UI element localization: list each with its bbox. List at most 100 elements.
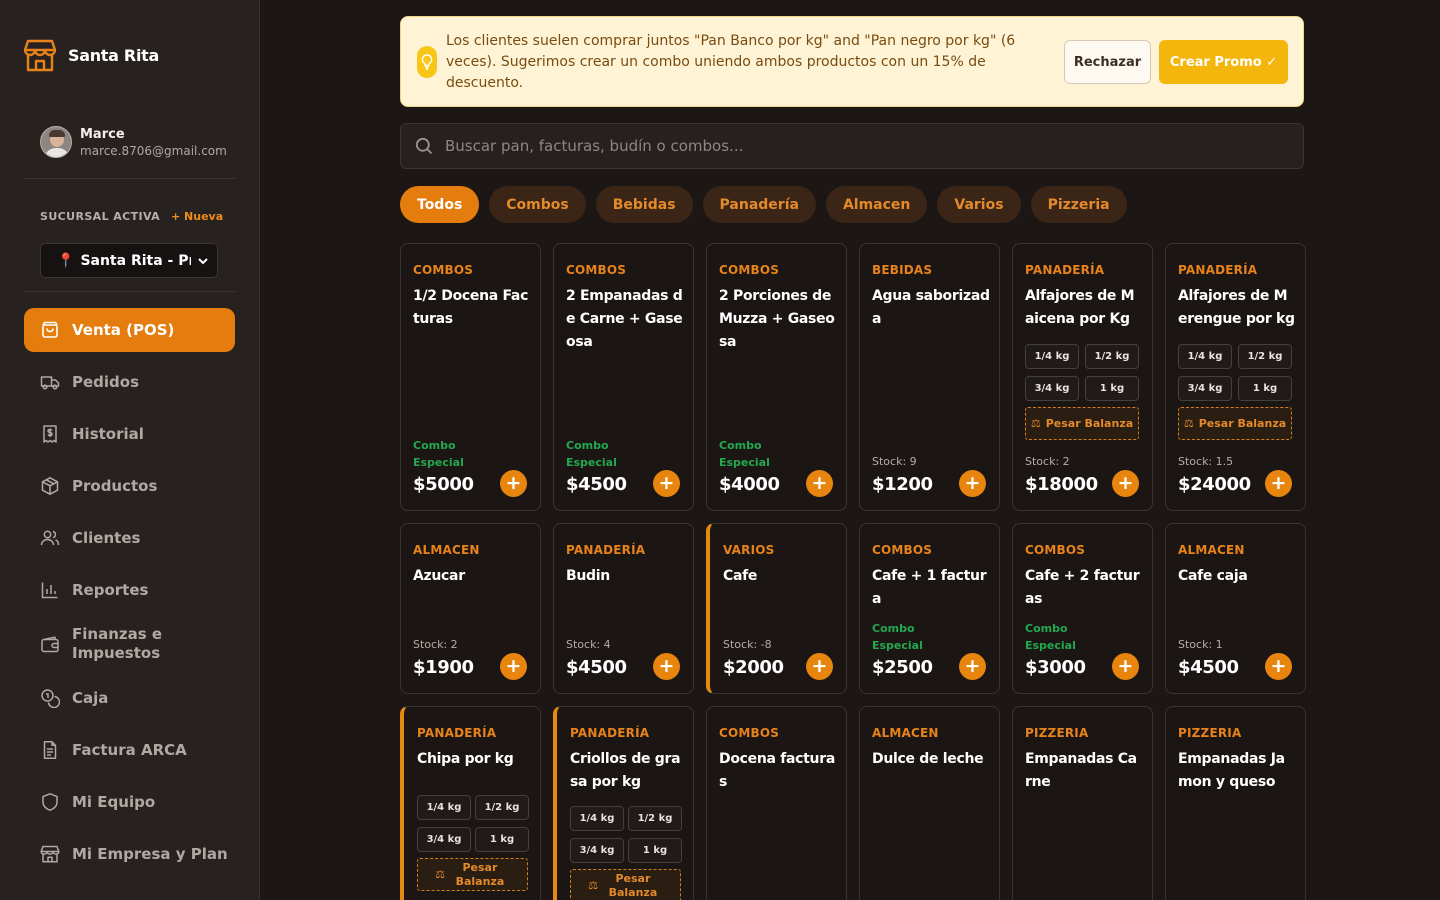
nav-item-clientes[interactable]: Clientes — [24, 516, 235, 560]
product-card[interactable]: PANADERÍA Alfajores de Maicena por Kg 1/4 … — [1012, 243, 1153, 511]
add-to-cart-button[interactable]: + — [959, 470, 986, 497]
product-card[interactable]: PANADERÍA Budin Stock: 4 $4500 + — [553, 523, 694, 694]
product-card[interactable]: PIZZERIA Empanadas Jamon y queso — [1165, 706, 1306, 900]
nav-item-venta-pos[interactable]: Venta (POS) — [24, 308, 235, 352]
add-to-cart-button[interactable]: + — [653, 470, 680, 497]
product-card[interactable]: ALMACEN Azucar Stock: 2 $1900 + — [400, 523, 541, 694]
search-input[interactable] — [445, 137, 1245, 155]
store-icon — [40, 844, 60, 864]
product-price: $3000 — [1025, 657, 1086, 678]
weight-option-button[interactable]: 3/4 kg — [1178, 376, 1232, 401]
weight-option-button[interactable]: 1/2 kg — [475, 795, 529, 820]
add-to-cart-button[interactable]: + — [806, 653, 833, 680]
weigh-scale-button[interactable]: ⚖ Pesar Balanza — [417, 858, 528, 891]
divider — [24, 178, 236, 179]
combo-badge: Combo — [566, 439, 609, 452]
product-card[interactable]: ALMACEN Cafe caja Stock: 1 $4500 + — [1165, 523, 1306, 694]
add-to-cart-button[interactable]: + — [653, 653, 680, 680]
product-price: $4500 — [1178, 657, 1239, 678]
brand[interactable]: Santa Rita — [24, 38, 159, 72]
product-card[interactable]: COMBOS Cafe + 1 factura Combo Especial $2500… — [859, 523, 1000, 694]
product-category: PIZZERIA — [1178, 726, 1242, 740]
product-category: COMBOS — [719, 263, 780, 277]
weight-option-button[interactable]: 1 kg — [475, 827, 529, 852]
product-card[interactable]: PIZZERIA Empanadas Carne — [1012, 706, 1153, 900]
reject-button[interactable]: Rechazar — [1064, 40, 1151, 84]
scale-icon: ⚖ — [588, 878, 598, 892]
scale-icon: ⚖ — [1030, 416, 1041, 430]
scale-icon: ⚖ — [1183, 416, 1194, 430]
nav-item-finanzas[interactable]: Finanzas e Impuestos — [24, 620, 235, 668]
product-category: PANADERÍA — [566, 543, 646, 557]
branch-select[interactable]: 📍 Santa Rita - Principal — [40, 243, 218, 278]
weigh-scale-button[interactable]: ⚖ Pesar Balanza — [1178, 407, 1292, 440]
category-chip-combos[interactable]: Combos — [489, 186, 586, 223]
product-card[interactable]: COMBOS 2 Empanadas de Carne + Gaseosa Comb… — [553, 243, 694, 511]
pin-icon: 📍 — [57, 252, 75, 269]
weight-option-button[interactable]: 3/4 kg — [1025, 376, 1079, 401]
user-profile[interactable]: Marce marce.8706@gmail.com — [40, 126, 227, 158]
weight-option-button[interactable]: 3/4 kg — [417, 827, 471, 852]
category-chip-varios[interactable]: Varios — [937, 186, 1021, 223]
create-promo-button[interactable]: Crear Promo ✓ — [1159, 40, 1288, 84]
product-card[interactable]: PANADERÍA Alfajores de Merengue por kg 1/4… — [1165, 243, 1306, 511]
weight-option-button[interactable]: 3/4 kg — [570, 838, 624, 863]
weigh-scale-button[interactable]: ⚖ Pesar Balanza — [570, 869, 681, 900]
product-category: COMBOS — [872, 543, 933, 557]
nav-label: Caja — [72, 689, 109, 707]
plus-icon: + — [505, 472, 522, 494]
product-card[interactable]: ALMACEN Dulce de leche — [859, 706, 1000, 900]
new-branch-link[interactable]: + Nueva — [171, 210, 223, 223]
add-to-cart-button[interactable]: + — [959, 653, 986, 680]
product-card[interactable]: BEBIDAS Agua saborizada Stock: 9 $1200 + — [859, 243, 1000, 511]
product-card[interactable]: COMBOS Cafe + 2 facturas Combo Especial $300… — [1012, 523, 1153, 694]
weight-option-button[interactable]: 1 kg — [1085, 376, 1139, 401]
add-to-cart-button[interactable]: + — [1265, 653, 1292, 680]
product-card[interactable]: COMBOS Docena facturas — [706, 706, 847, 900]
weight-option-button[interactable]: 1/2 kg — [1085, 344, 1139, 369]
product-stock: Stock: 1.5 — [1178, 455, 1234, 468]
plus-icon: + — [505, 655, 522, 677]
plus-icon: + — [658, 472, 675, 494]
product-card[interactable]: PANADERÍA Criollos de grasa por kg 1/4 kg 1… — [553, 706, 694, 900]
category-chip-almacen[interactable]: Almacen — [825, 186, 928, 223]
add-to-cart-button[interactable]: + — [500, 470, 527, 497]
add-to-cart-button[interactable]: + — [1112, 653, 1139, 680]
weight-option-button[interactable]: 1/4 kg — [1178, 344, 1232, 369]
nav-item-factura-arca[interactable]: Factura ARCA — [24, 728, 235, 772]
category-chip-panaderia[interactable]: Panadería — [702, 186, 816, 223]
nav-item-pedidos[interactable]: Pedidos — [24, 360, 235, 404]
category-chip-bebidas[interactable]: Bebidas — [595, 186, 693, 223]
product-card[interactable]: COMBOS 2 Porciones de Muzza + Gaseosa Comb… — [706, 243, 847, 511]
nav-item-reportes[interactable]: Reportes — [24, 568, 235, 612]
add-to-cart-button[interactable]: + — [500, 653, 527, 680]
weight-option-button[interactable]: 1/4 kg — [1025, 344, 1079, 369]
combo-badge: Especial — [1025, 639, 1076, 652]
product-card[interactable]: VARIOS Cafe Stock: -8 $2000 + — [706, 523, 847, 694]
product-name: Azucar — [413, 568, 465, 584]
nav-item-productos[interactable]: Productos — [24, 464, 235, 508]
product-card[interactable]: COMBOS 1/2 Docena Facturas Combo Especial $5… — [400, 243, 541, 511]
nav-item-historial[interactable]: Historial — [24, 412, 235, 456]
weight-option-button[interactable]: 1/2 kg — [628, 806, 682, 831]
weight-option-button[interactable]: 1/2 kg — [1238, 344, 1292, 369]
product-category: COMBOS — [413, 263, 474, 277]
combo-badge: Combo — [1025, 622, 1068, 635]
add-to-cart-button[interactable]: + — [1112, 470, 1139, 497]
weight-option-button[interactable]: 1/4 kg — [570, 806, 624, 831]
weight-option-button[interactable]: 1/4 kg — [417, 795, 471, 820]
weight-option-button[interactable]: 1 kg — [628, 838, 682, 863]
nav-item-mi-empresa[interactable]: Mi Empresa y Plan — [24, 832, 235, 876]
nav-item-mi-equipo[interactable]: Mi Equipo — [24, 780, 235, 824]
add-to-cart-button[interactable]: + — [1265, 470, 1292, 497]
product-category: PANADERÍA — [1178, 263, 1258, 277]
category-chip-todos[interactable]: Todos — [400, 186, 480, 223]
add-to-cart-button[interactable]: + — [806, 470, 833, 497]
plus-icon: + — [1117, 655, 1134, 677]
category-chip-pizzeria[interactable]: Pizzeria — [1030, 186, 1127, 223]
product-card[interactable]: PANADERÍA Chipa por kg 1/4 kg 1/2 kg 3/4 kg 1… — [400, 706, 541, 900]
weigh-scale-button[interactable]: ⚖ Pesar Balanza — [1025, 407, 1139, 440]
nav-item-caja[interactable]: Caja — [24, 676, 235, 720]
weight-option-button[interactable]: 1 kg — [1238, 376, 1292, 401]
plus-icon: + — [811, 472, 828, 494]
